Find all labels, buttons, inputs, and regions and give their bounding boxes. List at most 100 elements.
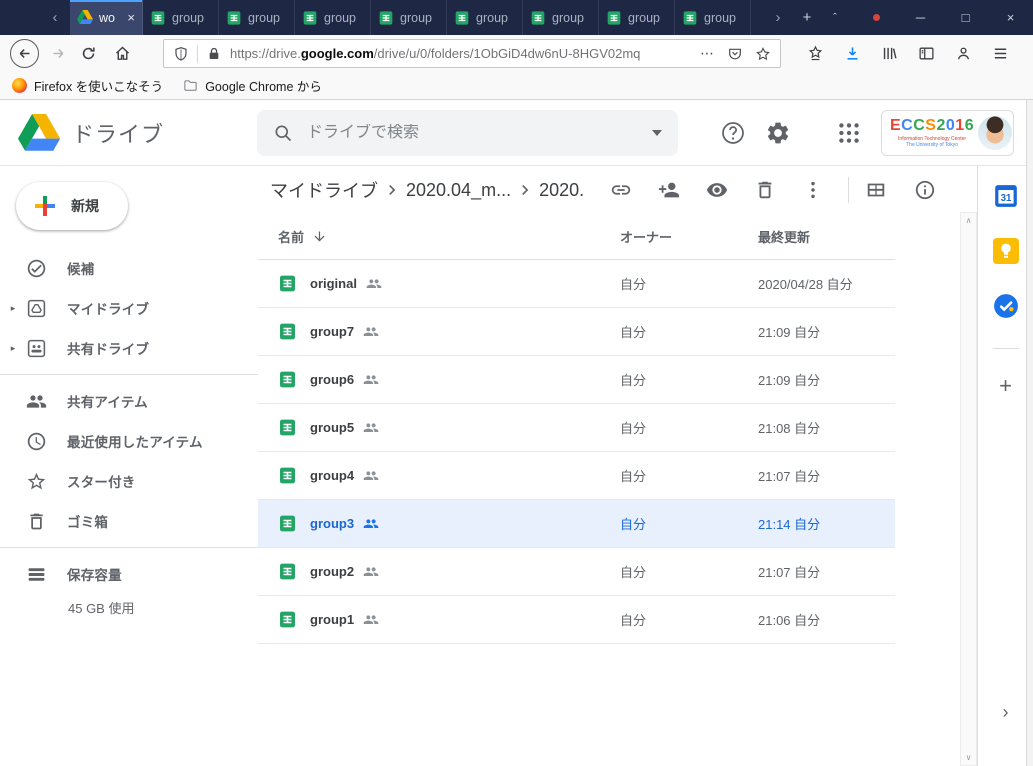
pocket-icon[interactable] xyxy=(727,46,743,62)
column-owner[interactable]: オーナー xyxy=(620,227,758,246)
shield-icon[interactable] xyxy=(173,46,189,62)
active-tab[interactable]: wo × xyxy=(70,0,143,35)
home-icon[interactable] xyxy=(107,39,137,69)
account-badge-logo: ECCS2016 Information Technology Center T… xyxy=(890,118,974,148)
breadcrumb-item[interactable]: 2020. xyxy=(539,180,584,201)
file-name: original xyxy=(310,276,357,291)
trash-icon[interactable] xyxy=(754,179,776,201)
library-icon[interactable] xyxy=(877,39,901,69)
close-icon[interactable]: × xyxy=(988,0,1033,35)
account-icon[interactable] xyxy=(951,39,975,69)
scroll-up-icon[interactable]: ∧ xyxy=(966,216,972,225)
file-row-original[interactable]: original自分2020/04/28 自分 xyxy=(258,260,895,308)
new-button[interactable]: 新規 xyxy=(16,182,128,230)
sidebar-item-最近使用したアイテム[interactable]: 最近使用したアイテム xyxy=(0,421,258,461)
grid-view-icon[interactable] xyxy=(865,179,887,201)
eccs-subtitle-2: The University of Tokyo xyxy=(890,142,974,148)
file-row-group5[interactable]: group5自分21:08 自分 xyxy=(258,404,895,452)
account-badge[interactable]: ECCS2016 Information Technology Center T… xyxy=(881,110,1014,156)
shared-people-icon xyxy=(366,276,382,292)
search-bar[interactable] xyxy=(257,110,678,156)
bookmark-item[interactable]: Firefox を使いこなそう xyxy=(12,76,163,95)
expand-arrow-icon[interactable]: ▸ xyxy=(0,343,26,354)
minimize-icon[interactable]: ─ xyxy=(898,0,943,35)
tab-scroll-right-icon[interactable]: › xyxy=(763,0,793,35)
help-icon[interactable] xyxy=(720,120,746,146)
tab-list-dropdown-icon[interactable]: ˆ︎ xyxy=(821,0,849,35)
apps-grid-icon[interactable] xyxy=(836,120,862,146)
person-add-icon[interactable] xyxy=(658,179,680,201)
sidebar-item-storage[interactable]: 保存容量 xyxy=(0,554,258,594)
maximize-icon[interactable]: □ xyxy=(943,0,988,35)
forward-icon[interactable] xyxy=(43,39,73,69)
sidebar-item-共有アイテム[interactable]: 共有アイテム xyxy=(0,381,258,421)
tab-group[interactable]: group xyxy=(295,0,371,35)
sidebar-item-label: ゴミ箱 xyxy=(67,511,108,531)
menu-icon[interactable] xyxy=(988,39,1012,69)
search-input[interactable] xyxy=(307,124,642,142)
file-row-group1[interactable]: group1自分21:06 自分 xyxy=(258,596,895,644)
eye-icon[interactable] xyxy=(706,179,728,201)
content-scrollbar[interactable]: ∧ ∨ xyxy=(960,212,977,766)
avatar[interactable] xyxy=(978,116,1012,150)
calendar-icon[interactable]: 31 xyxy=(993,183,1019,209)
file-row-group7[interactable]: group7自分21:09 自分 xyxy=(258,308,895,356)
shared-people-icon xyxy=(363,372,379,388)
sidebar-item-label: 最近使用したアイテム xyxy=(67,431,203,451)
tab-group[interactable]: group xyxy=(371,0,447,35)
tab-group[interactable]: group xyxy=(447,0,523,35)
new-tab-icon[interactable]: + xyxy=(793,0,821,35)
tab-group[interactable]: group xyxy=(599,0,675,35)
more-vert-icon[interactable] xyxy=(802,179,824,201)
toolbar-divider xyxy=(848,177,849,203)
keep-icon[interactable] xyxy=(993,238,1019,264)
sidebar-item-マイドライブ[interactable]: ▸マイドライブ xyxy=(0,288,258,328)
page-scrollbar[interactable] xyxy=(1026,100,1033,766)
tab-group[interactable]: group xyxy=(219,0,295,35)
breadcrumb-item[interactable]: マイドライブ xyxy=(270,177,378,203)
file-row-group6[interactable]: group6自分21:09 自分 xyxy=(258,356,895,404)
info-icon[interactable] xyxy=(914,179,936,201)
gear-icon[interactable] xyxy=(765,120,791,146)
tab-group[interactable]: group xyxy=(675,0,751,35)
sidebar-item-候補[interactable]: 候補 xyxy=(0,248,258,288)
search-icon[interactable] xyxy=(273,123,293,143)
download-icon[interactable] xyxy=(840,39,864,69)
reload-icon[interactable] xyxy=(73,39,103,69)
column-modified[interactable]: 最終更新 xyxy=(758,227,895,246)
url-bar[interactable]: https://drive.google.com/drive/u/0/folde… xyxy=(163,39,781,68)
sidebar-item-スター付き[interactable]: スター付き xyxy=(0,461,258,501)
bookmarks-menu-icon[interactable] xyxy=(803,39,827,69)
sidebar-toggle-icon[interactable] xyxy=(914,39,938,69)
file-row-group3[interactable]: group3自分21:14 自分 xyxy=(258,500,895,548)
drive-logo-icon[interactable] xyxy=(18,114,60,151)
bookmark-star-icon[interactable] xyxy=(755,46,771,62)
breadcrumb-item[interactable]: 2020.04_m... xyxy=(406,180,511,201)
tasks-icon[interactable] xyxy=(993,293,1019,319)
search-options-dropdown-icon[interactable] xyxy=(652,130,662,136)
eccs-letter: 6 xyxy=(965,117,974,134)
sort-descending-icon[interactable] xyxy=(312,229,327,244)
expand-arrow-icon[interactable]: ▸ xyxy=(0,303,26,314)
bookmark-item[interactable]: Google Chrome から xyxy=(183,76,322,95)
link-icon[interactable] xyxy=(610,179,632,201)
hide-panel-chevron-icon[interactable]: › xyxy=(1003,702,1009,723)
eccs-letter: C xyxy=(913,117,925,134)
sidebar: 新規 候補▸マイドライブ▸共有ドライブ 共有アイテム最近使用したアイテムスター付… xyxy=(0,166,258,766)
back-icon[interactable] xyxy=(10,39,39,68)
tab-group[interactable]: group xyxy=(143,0,219,35)
add-addon-icon[interactable]: + xyxy=(999,375,1012,397)
file-row-group2[interactable]: group2自分21:07 自分 xyxy=(258,548,895,596)
column-name[interactable]: 名前 xyxy=(278,227,304,246)
tab-scroll-left-icon[interactable]: ‹ xyxy=(40,0,70,35)
storage-used: 45 GB 使用 xyxy=(68,598,258,617)
scroll-down-icon[interactable]: ∨ xyxy=(966,753,972,762)
page-actions-icon[interactable]: ⋯ xyxy=(700,45,715,62)
tab-close-icon[interactable]: × xyxy=(127,11,135,24)
tab-group[interactable]: group xyxy=(523,0,599,35)
sheets-favicon-icon xyxy=(150,10,166,26)
sidebar-item-共有ドライブ[interactable]: ▸共有ドライブ xyxy=(0,328,258,368)
file-row-group4[interactable]: group4自分21:07 自分 xyxy=(258,452,895,500)
lock-icon xyxy=(206,46,222,62)
sidebar-item-ゴミ箱[interactable]: ゴミ箱 xyxy=(0,501,258,541)
